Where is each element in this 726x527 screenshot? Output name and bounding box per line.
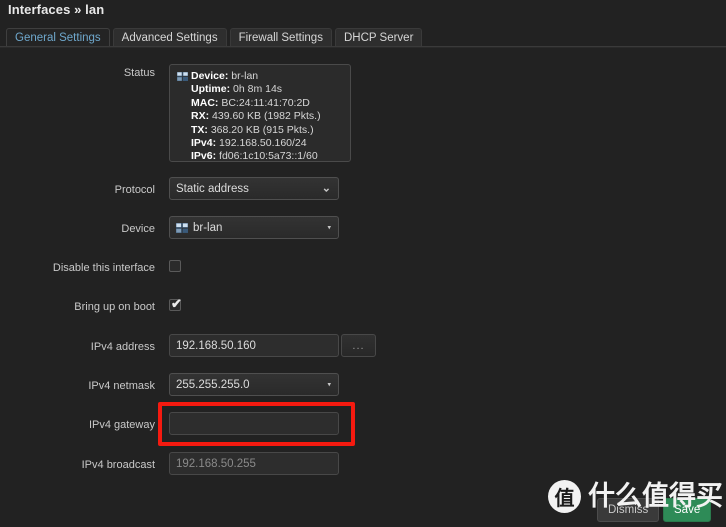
status-key-ipv6: IPv6: — [191, 150, 217, 163]
dismiss-button[interactable]: Dismiss — [597, 498, 660, 522]
chevron-down-icon: ▾ — [327, 381, 331, 388]
label-ipv4-gateway: IPv4 gateway — [88, 419, 155, 431]
row-disable-interface: Disable this interface — [0, 261, 726, 275]
status-line-tx: TX: 368.20 KB (915 Pkts.) — [177, 124, 343, 137]
ipv4-netmask-value: 255.255.255.0 — [176, 378, 250, 391]
disable-interface-checkbox[interactable] — [169, 260, 181, 272]
luci-interface-page: Interfaces » lan General Settings Advanc… — [0, 0, 726, 527]
status-key-rx: RX: — [191, 110, 210, 123]
save-button[interactable]: Save — [663, 498, 712, 522]
status-line-ipv6: IPv6: fd06:1c10:5a73::1/60 — [177, 150, 343, 163]
ipv4-address-value: 192.168.50.160 — [176, 339, 256, 352]
status-line-uptime: Uptime: 0h 8m 14s — [177, 83, 343, 96]
status-key-tx: TX: — [191, 123, 208, 136]
status-val-device: br-lan — [231, 70, 259, 82]
label-protocol: Protocol — [114, 184, 155, 196]
status-key-mac: MAC: — [191, 96, 219, 109]
status-line-device: Device: br-lan — [177, 70, 343, 83]
tab-dhcp-server[interactable]: DHCP Server — [334, 28, 423, 47]
row-ipv4-gateway: IPv4 gateway — [0, 418, 726, 432]
page-title: Interfaces » lan — [8, 2, 105, 17]
ipv4-gateway-input[interactable] — [169, 412, 339, 435]
row-device: Device — [0, 222, 726, 236]
status-key-device: Device: — [191, 70, 229, 82]
tab-general-settings[interactable]: General Settings — [6, 28, 110, 47]
bring-up-on-boot-checkbox[interactable]: ✔ — [169, 296, 182, 311]
chevron-down-icon: ▾ — [327, 224, 331, 231]
status-key-uptime: Uptime: — [191, 83, 231, 96]
label-status: Status — [123, 67, 155, 79]
status-line-mac: MAC: BC:24:11:41:70:2D — [177, 97, 343, 110]
label-ipv4-netmask: IPv4 netmask — [88, 380, 155, 392]
watermark-logo: 值 — [548, 480, 581, 513]
label-bring-up-on-boot: Bring up on boot — [74, 301, 155, 313]
status-val-mac: BC:24:11:41:70:2D — [221, 96, 310, 109]
label-ipv4-broadcast: IPv4 broadcast — [81, 459, 155, 471]
chevron-down-icon: ⌄ — [321, 182, 331, 194]
status-val-tx: 368.20 KB (915 Pkts.) — [210, 123, 314, 136]
status-val-uptime: 0h 8m 14s — [233, 83, 283, 96]
ipv4-address-input[interactable]: 192.168.50.160 — [169, 334, 339, 357]
row-ipv4-netmask: IPv4 netmask — [0, 379, 726, 393]
status-line-rx: RX: 439.60 KB (1982 Pkts.) — [177, 110, 343, 123]
device-value: br-lan — [193, 221, 223, 234]
ipv4-broadcast-placeholder: 192.168.50.255 — [176, 457, 256, 470]
status-box: Device: br-lan Uptime: 0h 8m 14s MAC: BC… — [169, 64, 351, 162]
status-key-ipv4: IPv4: — [191, 137, 217, 150]
row-ipv4-broadcast: IPv4 broadcast — [0, 458, 726, 472]
checkmark-icon: ✔ — [171, 296, 182, 311]
protocol-select[interactable]: Static address ⌄ — [169, 177, 339, 200]
tab-firewall-settings[interactable]: Firewall Settings — [229, 28, 332, 47]
tab-bar: General Settings Advanced Settings Firew… — [6, 28, 423, 47]
ipv4-address-browse-button[interactable]: ... — [341, 334, 376, 357]
status-val-rx: 439.60 KB (1982 Pkts.) — [212, 110, 321, 123]
tab-underline-shadow — [0, 47, 726, 48]
protocol-value: Static address — [176, 182, 249, 195]
row-protocol: Protocol — [0, 183, 726, 197]
ipv4-netmask-select[interactable]: 255.255.255.0 ▾ — [169, 373, 339, 396]
tab-advanced-settings[interactable]: Advanced Settings — [112, 28, 227, 47]
ipv4-broadcast-input[interactable]: 192.168.50.255 — [169, 452, 339, 475]
row-bring-up-on-boot: Bring up on boot — [0, 300, 726, 314]
status-line-ipv4: IPv4: 192.168.50.160/24 — [177, 137, 343, 150]
label-ipv4-address: IPv4 address — [90, 341, 155, 353]
status-val-ipv4: 192.168.50.160/24 — [219, 137, 307, 150]
network-bridge-icon — [176, 222, 188, 233]
device-select[interactable]: br-lan ▾ — [169, 216, 339, 239]
label-disable-interface: Disable this interface — [52, 262, 155, 274]
network-bridge-icon — [177, 72, 188, 81]
status-val-ipv6: fd06:1c10:5a73::1/60 — [219, 150, 318, 163]
label-device: Device — [121, 223, 155, 235]
row-status: Status — [0, 66, 726, 80]
